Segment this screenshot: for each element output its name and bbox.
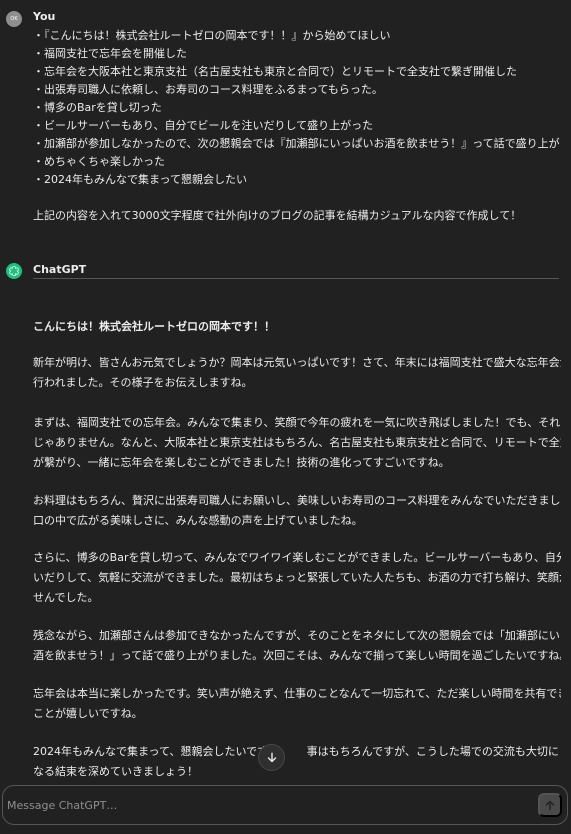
blog-paragraph-line: じゃありません。なんと、大阪本社と東京支社はもちろん、名古屋支社も東京支社と合同…	[33, 436, 561, 449]
blog-paragraph: 2024年もみんなで集まって、懇親会したいですね。 事はもちろんですが、こうした…	[33, 742, 561, 782]
user-message-line: ・加瀬部が参加しなかったので、次の懇親会では『加瀬部にいっぱいお酒を飲ませう！』…	[33, 137, 561, 150]
blog-paragraph-line: なる結束を深めていきましょう！	[33, 765, 198, 778]
arrow-down-icon	[265, 751, 279, 765]
blog-paragraph-line: 新年が明け、皆さんお元気でしょうか？岡本は元気いっぱいです！さて、年末には福岡支…	[33, 356, 561, 369]
user-message-line: ・出張寿司職人に依頼し、お寿司のコース料理をふるまってもらった。	[33, 83, 383, 96]
blog-paragraph-line: さらに、博多のBarを貸し切って、みんなでワイワイ楽しむことができました。ビール…	[33, 551, 561, 564]
user-author-label: You	[33, 10, 56, 23]
blog-paragraph: お料理はもちろん、贅沢に出張寿司職人にお願いし、美味しいお寿司のコース料理をみん…	[33, 491, 561, 531]
assistant-message-divider	[33, 278, 559, 279]
blog-paragraph-line: 2024年もみんなで集まって、懇親会したいですね。 事はもちろんですが、こうした…	[33, 745, 561, 758]
blog-paragraph-line: いだりして、気軽に交流ができました。最初はちょっと緊張していた人たちも、お酒の力…	[33, 571, 561, 584]
blog-paragraph-line: まずは、福岡支社での忘年会。みんなで集まり、笑顔で今年の疲れを一気に吹き飛ばしま…	[33, 416, 561, 429]
user-message-line: ・2024年もみんなで集まって懇親会したい	[33, 173, 248, 186]
blog-paragraph: 新年が明け、皆さんお元気でしょうか？岡本は元気いっぱいです！さて、年末には福岡支…	[33, 353, 561, 393]
blog-paragraph-line: 酒を飲ませう！」って話で盛り上がりました。次回こそは、みんなで揃って楽しい時間を…	[33, 649, 561, 662]
blog-paragraph: 残念ながら、加瀬部さんは参加できなかったんですが、そのことをネタにして次の懇親会…	[33, 626, 561, 666]
blog-paragraph-line: 口の中で広がる美味しさに、みんな感動の声を上げていましたね。	[33, 514, 363, 527]
blog-paragraph-line: 行われました。その様子をお伝えしますね。	[33, 376, 253, 389]
scroll-to-bottom-button[interactable]	[258, 744, 285, 771]
user-message-line: ・福岡支社で忘年会を開催した	[33, 47, 187, 60]
message-input[interactable]	[3, 786, 539, 824]
blog-paragraph-line: が繋がり、一緒に忘年会を楽しむことができました！技術の進化ってすごいですね。	[33, 456, 450, 469]
openai-logo-icon	[6, 263, 22, 279]
blog-paragraph: 忘年会は本当に楽しかったです。笑い声が絶えず、仕事のことなんて一切忘れて、ただ楽…	[33, 684, 561, 724]
blog-paragraph-line: 忘年会は本当に楽しかったです。笑い声が絶えず、仕事のことなんて一切忘れて、ただ楽…	[33, 687, 561, 700]
user-message-text: ・『こんにちは！株式会社ルートゼロの岡本です！！』から始めてほしい ・福岡支社で…	[33, 27, 561, 225]
user-message-line: ・忘年会を大阪本社と東京支社（名古屋支社も東京と合同で）とリモートで全支社で繋ぎ…	[33, 65, 517, 78]
arrow-up-icon	[543, 798, 557, 812]
user-message-line: ・『こんにちは！株式会社ルートゼロの岡本です！！』から始めてほしい	[33, 29, 391, 42]
blog-paragraph: さらに、博多のBarを貸し切って、みんなでワイワイ楽しむことができました。ビール…	[33, 548, 561, 608]
user-message-line: ・博多のBarを貸し切った	[33, 101, 162, 114]
user-message-line: ・めちゃくちゃ楽しかった	[33, 155, 165, 168]
assistant-author-label: ChatGPT	[33, 263, 87, 276]
user-message-line: 上記の内容を入れて3000文字程度で社外向けのブログの記事を結構カジュアルな内容…	[33, 209, 522, 222]
user-message-spacer-line	[33, 189, 561, 207]
user-avatar: OK	[6, 11, 22, 27]
message-composer	[2, 785, 568, 825]
blog-paragraph: まずは、福岡支社での忘年会。みんなで集まり、笑顔で今年の疲れを一気に吹き飛ばしま…	[33, 413, 561, 473]
user-message-line: ・ビールサーバーもあり、自分でビールを注いだりして盛り上がった	[33, 119, 374, 132]
blog-title: こんにちは！株式会社ルートゼロの岡本です！！	[33, 320, 275, 333]
blog-paragraph-line: 残念ながら、加瀬部さんは参加できなかったんですが、そのことをネタにして次の懇親会…	[33, 629, 561, 642]
send-button[interactable]	[538, 793, 562, 817]
chatgpt-conversation-page: OK You ・『こんにちは！株式会社ルートゼロの岡本です！！』から始めてほしい…	[0, 0, 571, 834]
blog-paragraph-line: せんでした。	[33, 591, 99, 604]
blog-paragraph-line: ことが嬉しいですね。	[33, 707, 143, 720]
blog-paragraph-line: お料理はもちろん、贅沢に出張寿司職人にお願いし、美味しいお寿司のコース料理をみん…	[33, 494, 561, 507]
